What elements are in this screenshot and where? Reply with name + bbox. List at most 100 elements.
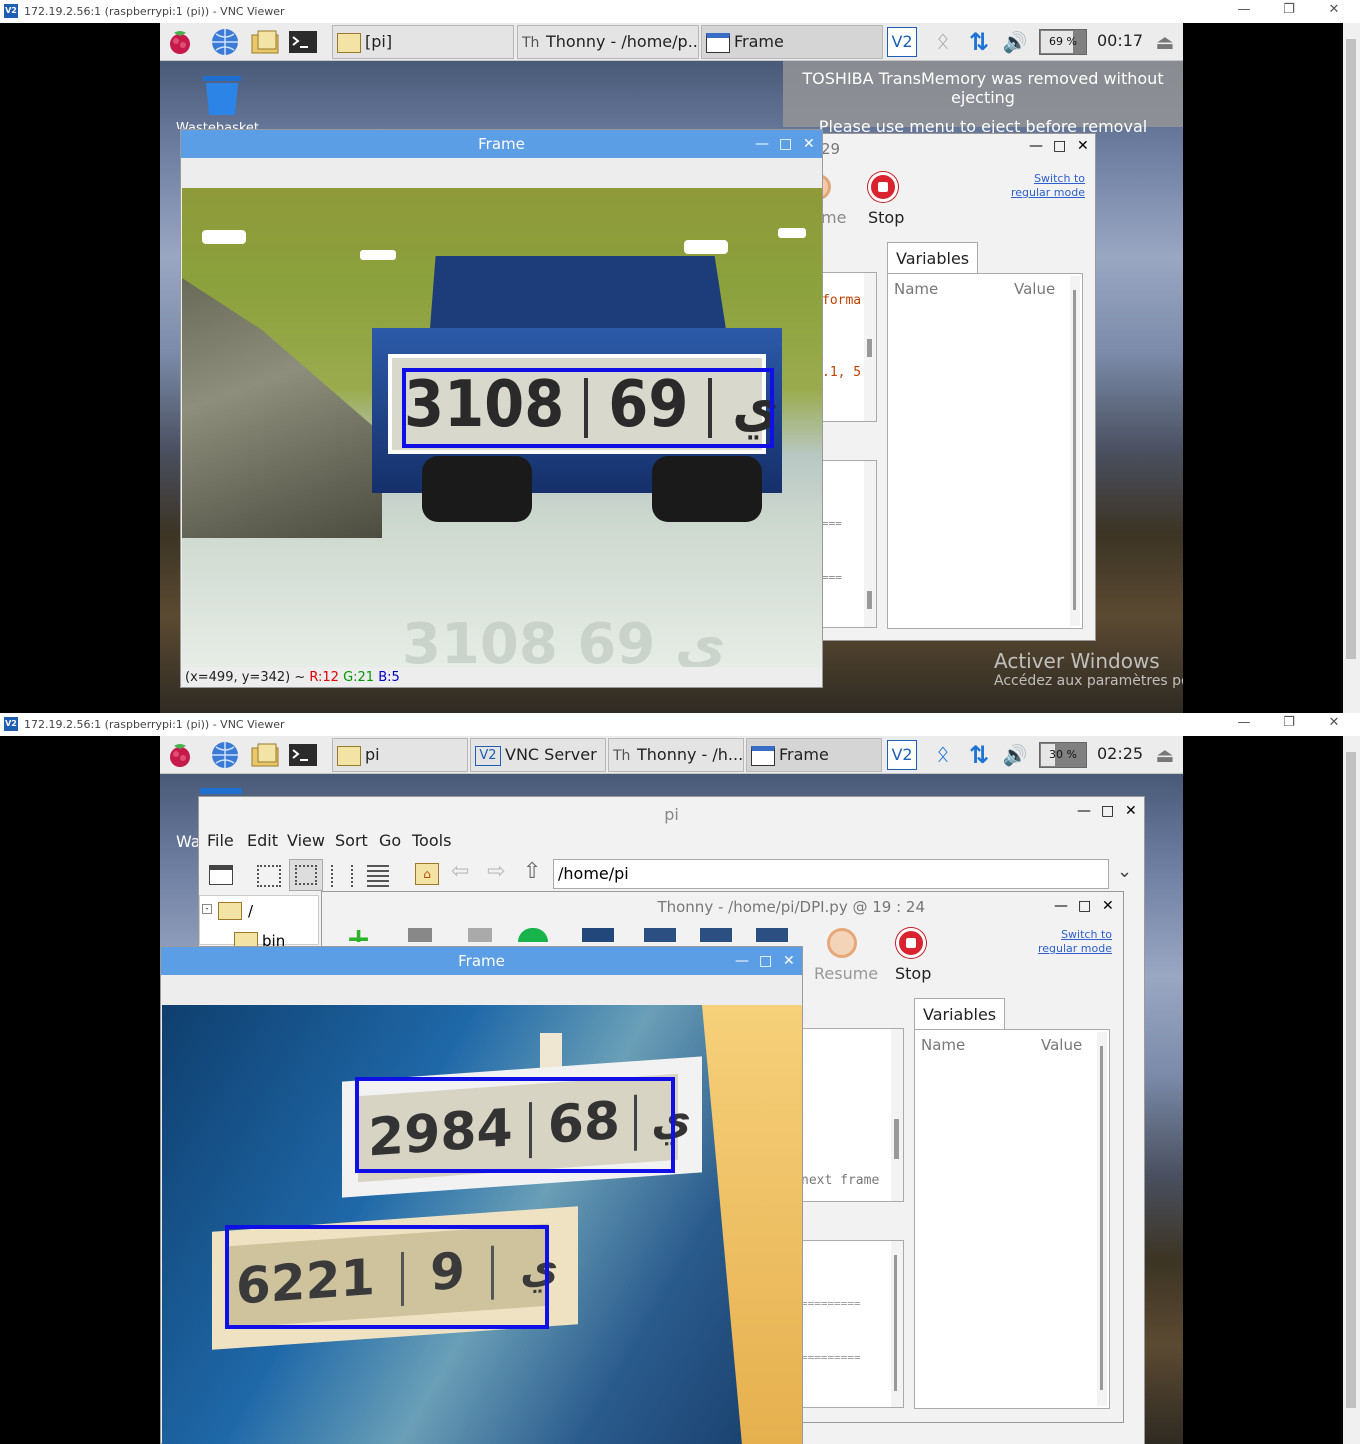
taskbar-button-frame[interactable]: Frame	[701, 25, 883, 59]
variables-tab[interactable]: Variables	[914, 998, 1006, 1030]
minimize-icon[interactable]: —	[735, 947, 749, 975]
taskbar-button-thonny[interactable]: Th Thonny - /home/p...	[517, 25, 699, 59]
menu-file[interactable]: File	[207, 831, 234, 850]
browser-globe-icon[interactable]	[210, 27, 240, 57]
taskbar-button-pi[interactable]: pi	[332, 738, 468, 772]
switch-to-regular-mode-link[interactable]: Switch to regular mode	[1004, 928, 1112, 956]
wastebasket-label: Wastebasket	[176, 121, 260, 129]
file-manager-icon[interactable]	[250, 27, 280, 57]
vnc-scrollbar-vertical[interactable]	[1343, 736, 1360, 1444]
close-icon[interactable]: ✕	[1125, 803, 1137, 819]
run-icon[interactable]	[518, 928, 548, 942]
save-icon[interactable]	[468, 928, 492, 942]
close-icon[interactable]: ✕	[1102, 898, 1114, 914]
eject-warning-notification[interactable]: TOSHIBA TransMemory was removed without …	[783, 61, 1183, 136]
load-icon[interactable]	[408, 928, 432, 942]
volume-icon[interactable]: 🔊	[1000, 27, 1030, 57]
browser-globe-icon[interactable]	[210, 740, 240, 770]
raspberry-menu-icon[interactable]	[165, 27, 195, 57]
new-file-icon[interactable]: +	[346, 928, 376, 942]
menu-go[interactable]: Go	[379, 831, 401, 850]
home-icon[interactable]: ⌂	[415, 863, 439, 885]
detection-box-2	[225, 1225, 549, 1329]
menu-view[interactable]: View	[287, 831, 325, 850]
file-manager-icon[interactable]	[250, 740, 280, 770]
bluetooth-icon[interactable]: ᛟ	[928, 740, 958, 770]
vnc-scrollbar-vertical[interactable]	[1343, 23, 1360, 713]
eject-icon[interactable]: ⏏	[1150, 740, 1180, 770]
back-icon[interactable]: ⇦	[451, 859, 469, 884]
editor-scrollbar[interactable]	[864, 273, 876, 421]
maximize-icon[interactable]: □	[779, 130, 792, 158]
list-view-icon[interactable]	[367, 865, 389, 887]
bluetooth-icon[interactable]: ᛟ	[928, 27, 958, 57]
eject-icon[interactable]: ⏏	[1150, 27, 1180, 57]
maximize-icon[interactable]: □	[1078, 898, 1091, 914]
switch-to-regular-mode-link[interactable]: Switch to regular mode	[981, 172, 1085, 200]
terminal-icon[interactable]	[288, 740, 318, 770]
tree-root[interactable]: /	[248, 902, 253, 920]
menu-tools[interactable]: Tools	[412, 831, 451, 850]
icon-view-icon[interactable]	[257, 865, 281, 887]
collapse-icon[interactable]: -	[202, 904, 212, 914]
taskbar-button-thonny[interactable]: Th Thonny - /h...	[608, 738, 744, 772]
minimize-icon[interactable]: —	[1234, 2, 1254, 17]
shell-pane[interactable]: === ===	[821, 460, 877, 628]
minimize-icon[interactable]: —	[1234, 715, 1254, 730]
variables-tab[interactable]: Variables	[887, 242, 979, 274]
network-arrows-icon[interactable]: ⇅	[964, 27, 994, 57]
raspberry-menu-icon[interactable]	[165, 740, 195, 770]
step-into-icon[interactable]	[700, 928, 732, 942]
folder-tree-pane[interactable]: - / bin	[199, 895, 319, 950]
close-icon[interactable]: ✕	[783, 947, 795, 975]
shell-scrollbar[interactable]	[864, 461, 876, 627]
restore-icon[interactable]: ❐	[1279, 2, 1299, 17]
maximize-icon[interactable]: □	[1101, 803, 1114, 819]
close-icon[interactable]: ✕	[1324, 715, 1344, 730]
terminal-icon[interactable]	[288, 27, 318, 57]
minimize-icon[interactable]: —	[1077, 803, 1091, 819]
variables-scrollbar[interactable]	[1097, 1032, 1107, 1406]
code-editor[interactable]: next frame	[792, 1028, 904, 1202]
path-dropdown-chevron-down-icon[interactable]: ⌄	[1117, 861, 1132, 882]
wastebasket-icon-fragment[interactable]	[200, 788, 242, 794]
close-icon[interactable]: ✕	[1077, 138, 1089, 154]
resume-icon[interactable]	[827, 928, 857, 958]
minimize-icon[interactable]: —	[1029, 138, 1043, 154]
compact-view-icon[interactable]	[331, 865, 353, 887]
code-editor[interactable]: forma .1, 5	[821, 272, 877, 422]
maximize-icon[interactable]: □	[759, 947, 772, 975]
vnc-server-icon[interactable]: V2	[887, 27, 917, 57]
stop-button[interactable]	[868, 172, 898, 202]
taskbar-button-frame[interactable]: Frame	[746, 738, 882, 772]
volume-icon[interactable]: 🔊	[1000, 740, 1030, 770]
menu-sort[interactable]: Sort	[335, 831, 368, 850]
camera-feed[interactable]: 3108 ﻱ69 3108 ﻱ 69	[182, 188, 822, 667]
debug-icon[interactable]	[582, 928, 614, 942]
thumbnail-view-icon[interactable]	[289, 859, 323, 891]
minimize-icon[interactable]: —	[755, 130, 769, 158]
taskbar-button-vnc-server[interactable]: V2 VNC Server	[470, 738, 606, 772]
stop-button[interactable]	[896, 928, 926, 958]
up-icon[interactable]: ⇧	[523, 859, 541, 884]
close-icon[interactable]: ✕	[803, 130, 815, 158]
close-icon[interactable]: ✕	[1324, 2, 1344, 17]
editor-scrollbar[interactable]	[891, 1029, 903, 1201]
shell-pane[interactable]: ========= =========	[792, 1240, 904, 1408]
shell-scrollbar[interactable]	[891, 1241, 903, 1407]
taskbar-button-pi[interactable]: [pi]	[332, 25, 514, 59]
variables-scrollbar[interactable]	[1070, 276, 1080, 626]
minimize-icon[interactable]: —	[1054, 898, 1068, 914]
wastebasket-icon[interactable]	[200, 73, 244, 117]
new-window-icon[interactable]	[209, 865, 233, 885]
menu-edit[interactable]: Edit	[247, 831, 278, 850]
step-over-icon[interactable]	[644, 928, 676, 942]
maximize-icon[interactable]: □	[1053, 138, 1066, 154]
restore-icon[interactable]: ❐	[1279, 715, 1299, 730]
path-field[interactable]: /home/pi	[553, 859, 1109, 889]
camera-feed[interactable]: 2984 ﻱ68 6221 ﻱ9	[162, 1005, 802, 1444]
forward-icon[interactable]: ⇨	[487, 859, 505, 884]
network-arrows-icon[interactable]: ⇅	[964, 740, 994, 770]
vnc-server-icon[interactable]: V2	[887, 740, 917, 770]
step-out-icon[interactable]	[756, 928, 788, 942]
